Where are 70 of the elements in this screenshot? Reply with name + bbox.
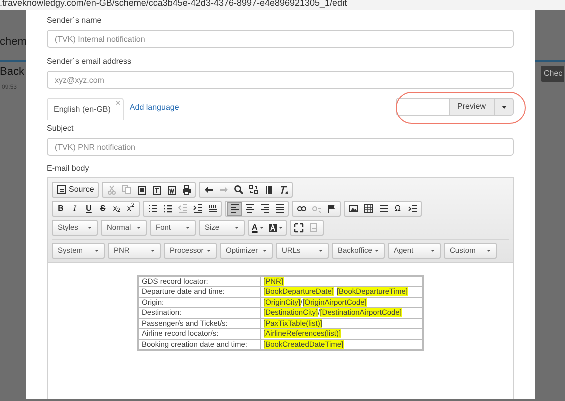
text-background-icon: [268, 223, 278, 233]
format-button[interactable]: U: [82, 202, 96, 216]
caret-icon: [207, 250, 211, 252]
format-button[interactable]: x$_{2}$: [110, 202, 124, 216]
caret-icon: [186, 227, 190, 229]
preview-button[interactable]: Preview: [450, 98, 495, 116]
page-break-icon: [408, 204, 418, 214]
field-label: Sender´s name: [47, 16, 103, 26]
source-icon: [57, 185, 67, 195]
clipboard-icon: [136, 185, 147, 195]
caret-icon: [260, 227, 264, 229]
format-button[interactable]: Ω: [391, 202, 405, 216]
page-title: Back: [0, 65, 24, 80]
image-icon: [348, 204, 358, 214]
field-label: Sender´s email address: [47, 57, 132, 67]
caret-icon: [151, 250, 155, 252]
scissors-icon: [106, 185, 117, 195]
page-heading: chem: [0, 35, 27, 50]
blockquote-icon: [208, 204, 218, 214]
format-button[interactable]: x$^{2}$: [124, 202, 138, 216]
sender-email-field[interactable]: xyz@xyz.com: [47, 71, 514, 89]
align-right-icon: [260, 204, 270, 214]
caret-icon: [95, 250, 99, 252]
caret-icon: [319, 250, 323, 252]
format-button[interactable]: B: [54, 202, 68, 216]
maximize-icon: [294, 223, 304, 233]
flag-icon: [326, 204, 336, 214]
caret-icon: [235, 227, 239, 229]
caret-icon: [502, 106, 506, 108]
unlink-icon: [312, 204, 322, 214]
caret-icon: [375, 250, 379, 252]
align-center-icon: [244, 204, 254, 214]
indent-icon: [192, 204, 202, 214]
printer-icon: [182, 185, 192, 195]
clipboard-word-icon: [166, 185, 177, 195]
caret-icon: [88, 227, 92, 229]
source-button[interactable]: Source: [54, 183, 98, 197]
remove-format-icon: [278, 185, 289, 195]
table-icon: [364, 204, 374, 214]
undo-icon: [204, 185, 214, 195]
outdent-icon: [178, 204, 188, 214]
horizontal-line-icon: [378, 204, 388, 214]
field-label: E-mail body: [47, 164, 90, 174]
language-tab[interactable]: English (en-GB) ×: [47, 98, 124, 120]
copy-icon: [122, 185, 132, 195]
caret-icon: [263, 250, 267, 252]
caret-icon: [278, 227, 283, 229]
check-button[interactable]: Chec: [541, 66, 564, 82]
replace-icon: [248, 185, 259, 195]
format-button[interactable]: I: [68, 202, 82, 216]
text-color-button[interactable]: A: [250, 221, 266, 235]
caret-icon: [137, 227, 141, 229]
toolbar-button[interactable]: [227, 202, 242, 216]
caret-icon: [431, 250, 435, 252]
subject-field[interactable]: (TVK) PNR notification: [47, 138, 514, 156]
align-left-icon: [230, 204, 240, 214]
dropdown-button[interactable]: [495, 98, 514, 116]
sender-name-field[interactable]: (TVK) Internal notification: [47, 30, 514, 48]
redo-icon: [218, 185, 229, 195]
format-button[interactable]: S: [96, 202, 110, 216]
preview-input[interactable]: [396, 98, 450, 116]
bullet-list-icon: [162, 204, 172, 214]
search-icon: [234, 185, 244, 195]
link-icon: [296, 204, 306, 214]
caret-icon: [487, 250, 491, 252]
add-language-link[interactable]: Add language: [130, 102, 180, 114]
show-blocks-icon: [309, 223, 320, 233]
clipboard-text-icon: [152, 185, 162, 195]
field-label: Subject: [47, 124, 75, 134]
justify-icon: [274, 204, 284, 214]
